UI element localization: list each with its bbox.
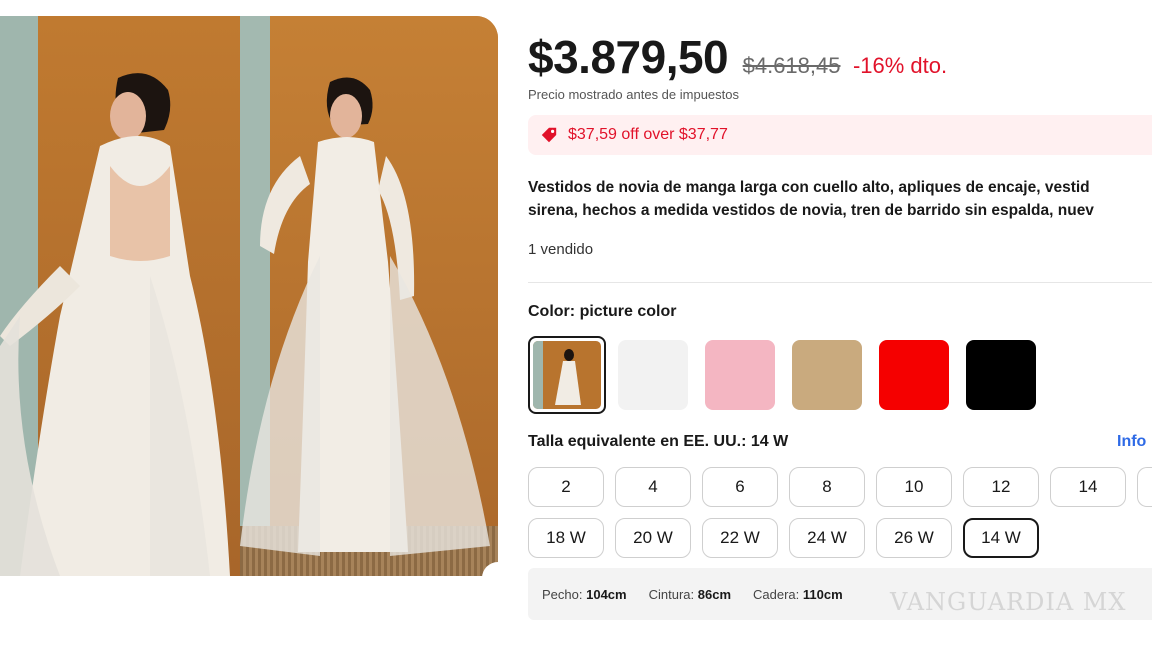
divider (528, 282, 1152, 283)
measurement-hip: Cadera: 110cm (753, 587, 843, 602)
size-option-12[interactable]: 12 (963, 467, 1039, 507)
tag-icon (541, 127, 557, 143)
size-info-link[interactable]: Info (1117, 433, 1146, 451)
measurement-waist: Cintura: 86cm (649, 587, 731, 602)
size-option-24w[interactable]: 24 W (789, 518, 865, 558)
size-option-20w[interactable]: 20 W (615, 518, 691, 558)
color-label: Color: picture color (528, 303, 676, 321)
color-swatch-champagne[interactable] (792, 340, 862, 410)
size-option-14w[interactable]: 14 W (963, 518, 1039, 558)
swatch-thumbnail-figure (555, 349, 581, 405)
price-row: $3.879,50 $4.618,45 -16% dto. (528, 30, 947, 84)
measurement-waist-value: 86cm (697, 586, 731, 602)
tax-note: Precio mostrado antes de impuestos (528, 87, 739, 102)
measurement-hip-label: Cadera: (753, 586, 800, 602)
product-title-line: Vestidos de novia de manga larga con cue… (528, 179, 1090, 196)
measurement-waist-label: Cintura: (648, 586, 695, 602)
color-swatch-black[interactable] (966, 340, 1036, 410)
size-option-4[interactable]: 4 (615, 467, 691, 507)
color-label-key: Color: (528, 303, 576, 320)
measurement-chest: Pecho: 104cm (542, 587, 627, 602)
size-option-18w[interactable]: 18 W (528, 518, 604, 558)
size-option-14[interactable]: 14 (1050, 467, 1126, 507)
measurement-chest-label: Pecho: (542, 586, 583, 602)
price-original: $4.618,45 (742, 53, 841, 78)
size-label: Talla equivalente en EE. UU.: 14 W (528, 433, 789, 450)
measurement-hip-value: 110cm (802, 586, 843, 602)
swatch-thumbnail (533, 341, 601, 409)
size-option-2[interactable]: 2 (528, 467, 604, 507)
size-option-10[interactable]: 10 (876, 467, 952, 507)
size-option-22w[interactable]: 22 W (702, 518, 778, 558)
color-label-value: picture color (579, 303, 677, 320)
color-swatch-white[interactable] (618, 340, 688, 410)
discount-badge: -16% dto. (852, 53, 948, 78)
promo-text: $37,59 off over $37,77 (568, 126, 728, 143)
product-title-line: sirena, hechos a medida vestidos de novi… (528, 202, 1094, 219)
size-option-6[interactable]: 6 (702, 467, 778, 507)
color-swatch-picture-color[interactable] (528, 336, 606, 414)
color-swatch-pink[interactable] (705, 340, 775, 410)
watermark: VANGUARDIA MX (890, 588, 1127, 616)
sold-count: 1 vendido (528, 241, 594, 258)
bride-figures (0, 73, 490, 576)
size-option-8[interactable]: 8 (789, 467, 865, 507)
price-current: $3.879,50 (528, 31, 729, 83)
size-option-26w[interactable]: 26 W (876, 518, 952, 558)
product-image[interactable] (0, 16, 498, 576)
promo-banner[interactable]: $37,59 off over $37,77 (528, 115, 1152, 155)
product-title: Vestidos de novia de manga larga con cue… (528, 176, 1152, 222)
measurement-chest-value: 104cm (586, 586, 627, 602)
color-swatch-red[interactable] (879, 340, 949, 410)
size-option-16[interactable] (1137, 467, 1152, 507)
